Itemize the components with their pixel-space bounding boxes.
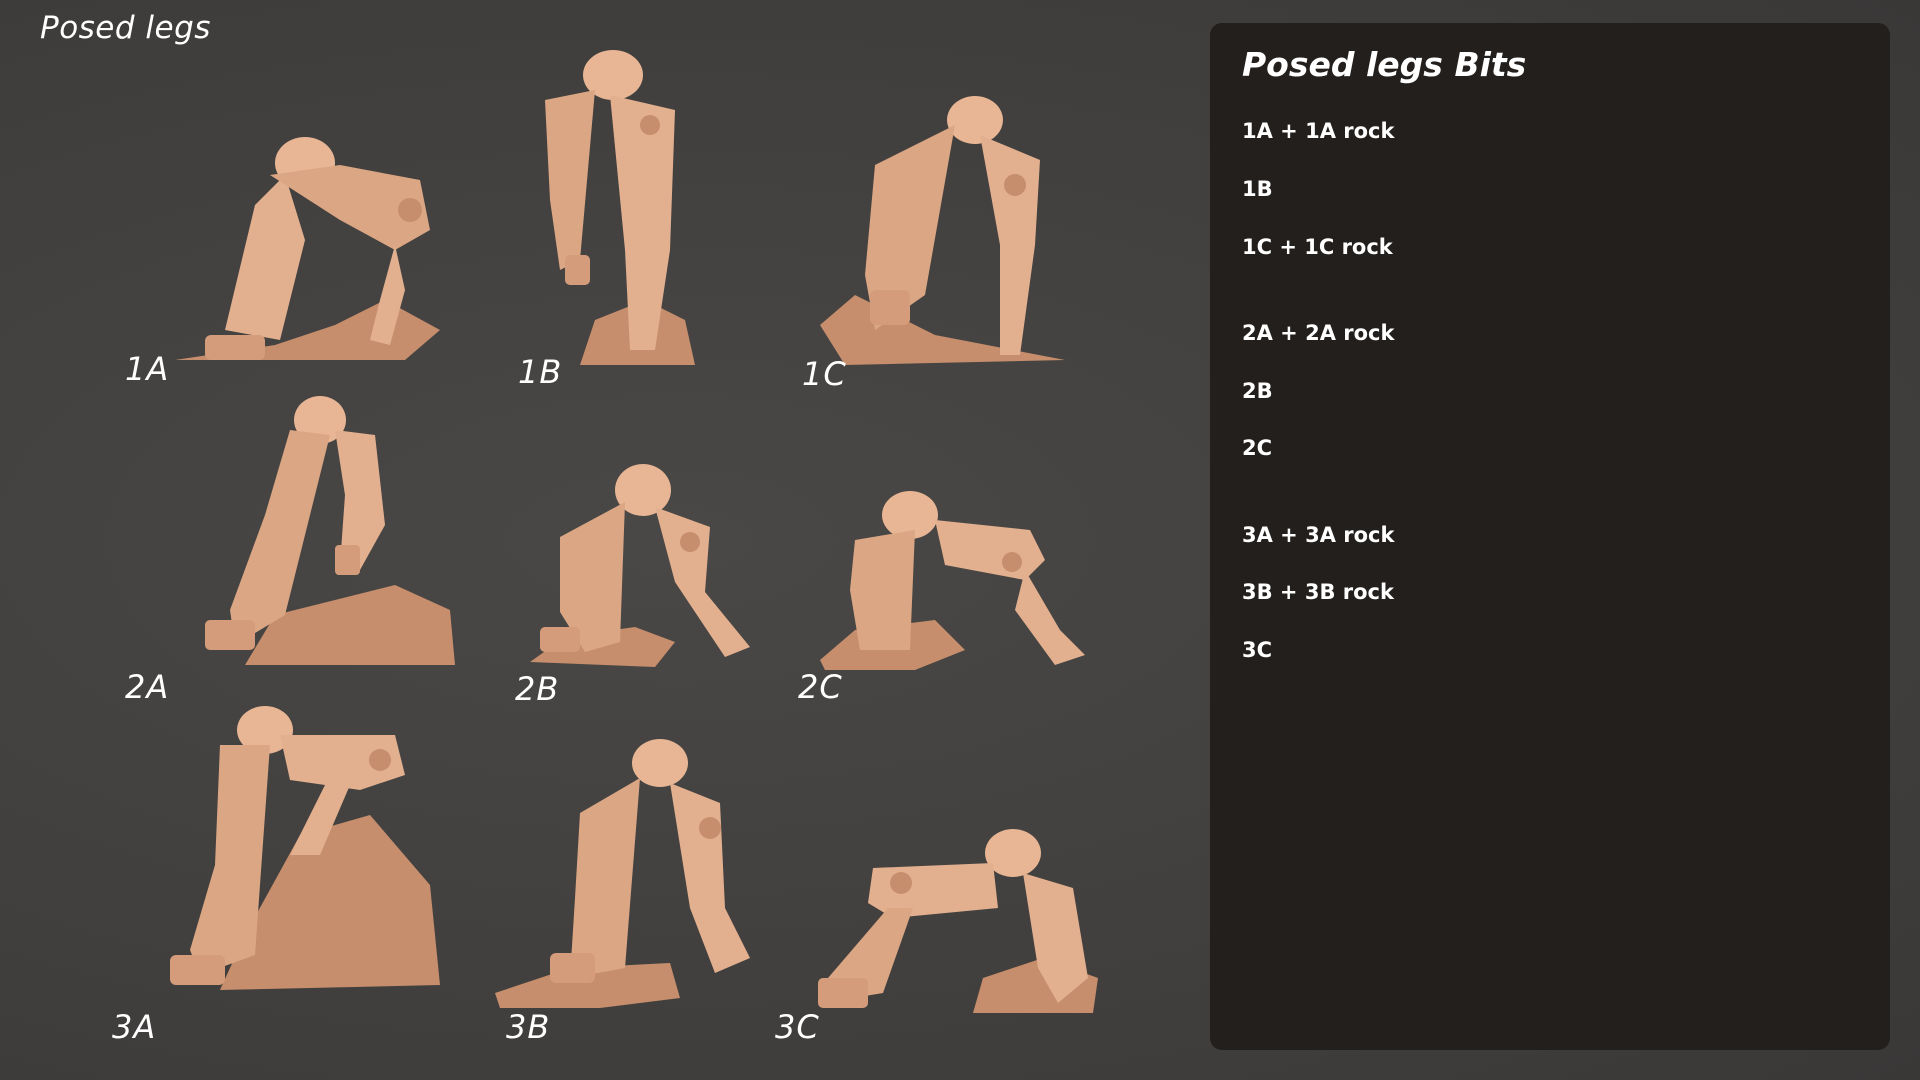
bits-item: 1A + 1A rock	[1242, 119, 1395, 143]
model-2c	[815, 490, 1095, 675]
model-2a	[195, 395, 460, 670]
model-1b	[535, 50, 705, 370]
model-2b	[525, 462, 755, 672]
bits-panel: Posed legs Bits 1A + 1A rock 1B 1C + 1C …	[1210, 23, 1890, 1050]
canvas: Posed legs 1A 1B 1C 2A 2B 2C 3A 3B 3C Po…	[0, 0, 1920, 1080]
label-1c: 1C	[802, 355, 847, 393]
model-3a	[160, 705, 445, 995]
model-1c	[815, 95, 1075, 370]
bits-item: 2B	[1242, 379, 1273, 403]
label-2a: 2A	[125, 668, 170, 706]
label-1a: 1A	[125, 350, 170, 388]
panel-title: Posed legs Bits	[1242, 45, 1527, 84]
label-3b: 3B	[506, 1008, 551, 1046]
label-2c: 2C	[798, 668, 843, 706]
bits-item: 2C	[1242, 436, 1273, 460]
label-1b: 1B	[518, 353, 563, 391]
bits-item: 1B	[1242, 177, 1273, 201]
label-3c: 3C	[775, 1008, 820, 1046]
bits-item: 2A + 2A rock	[1242, 321, 1395, 345]
page-title: Posed legs	[40, 10, 211, 46]
model-3b	[490, 738, 770, 1013]
label-2b: 2B	[515, 670, 560, 708]
model-1a	[165, 125, 450, 370]
label-3a: 3A	[112, 1008, 157, 1046]
bits-item: 1C + 1C rock	[1242, 235, 1393, 259]
bits-item: 3A + 3A rock	[1242, 523, 1395, 547]
bits-item: 3C	[1242, 638, 1273, 662]
model-3c	[813, 828, 1103, 1018]
bits-item: 3B + 3B rock	[1242, 580, 1394, 604]
